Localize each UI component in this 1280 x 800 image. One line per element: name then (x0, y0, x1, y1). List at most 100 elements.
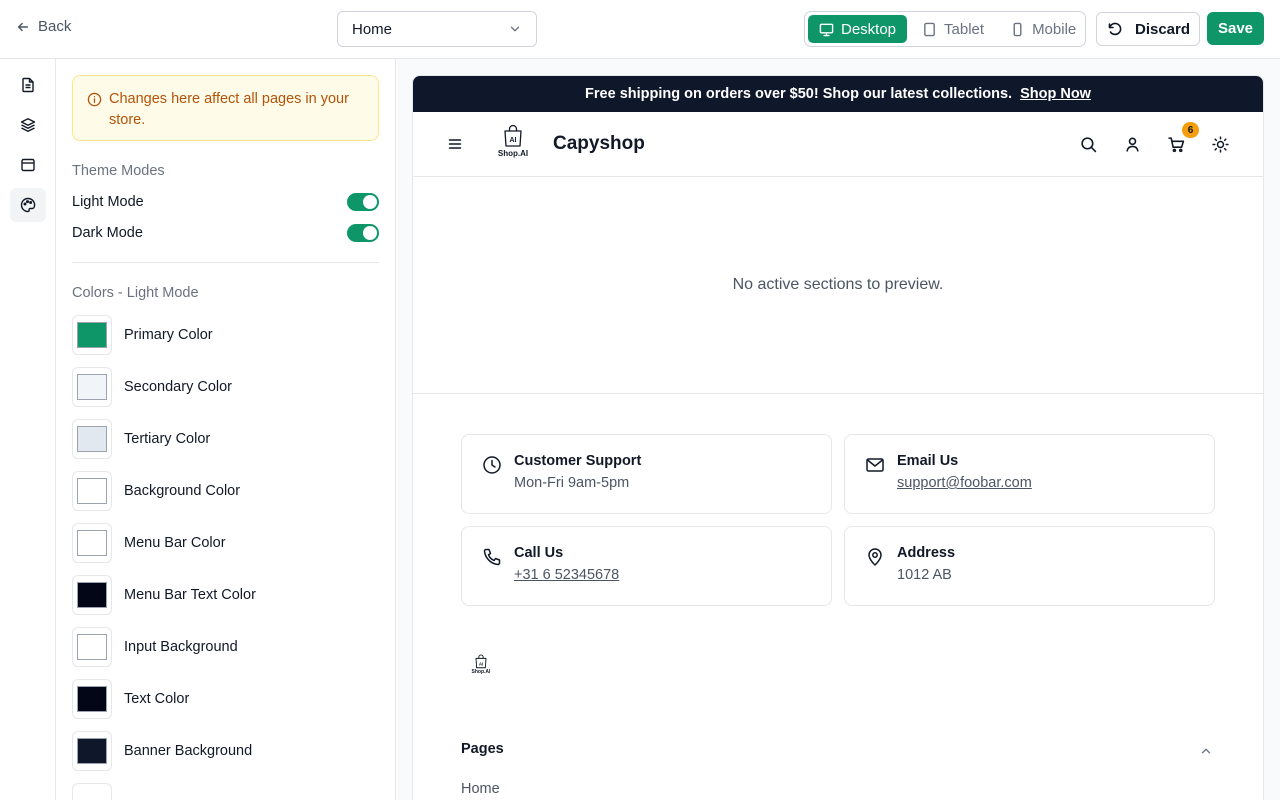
svg-text:AI: AI (479, 661, 483, 666)
color-label: Input Background (124, 639, 238, 655)
color-swatch (77, 686, 107, 712)
device-mobile-button[interactable]: Mobile (999, 15, 1087, 43)
color-swatch (77, 738, 107, 764)
color-swatch (77, 530, 107, 556)
color-label: Background Color (124, 483, 241, 499)
map-pin-icon (868, 548, 882, 566)
notice-banner: Changes here affect all pages in your st… (72, 75, 379, 141)
top-bar: Back Home Desktop Tablet Mobile Discard … (0, 0, 1280, 59)
contact-card-title: Address (897, 545, 956, 561)
dark-mode-label: Dark Mode (72, 225, 143, 241)
footer-page-link[interactable]: Home (461, 781, 500, 797)
email-link[interactable]: support@foobar.com (897, 475, 1032, 491)
dark-mode-toggle[interactable] (347, 224, 379, 242)
rail-theme-button[interactable] (10, 188, 46, 222)
color-row-menu-bar-text[interactable]: Menu Bar Text Color (72, 575, 256, 615)
arrow-left-icon (17, 22, 29, 31)
monitor-icon (819, 23, 834, 36)
color-swatch-button[interactable] (72, 627, 112, 667)
undo-icon (1108, 22, 1122, 36)
color-label: Text Color (124, 691, 190, 707)
color-row-text[interactable]: Text Color (72, 679, 189, 719)
color-swatch (77, 478, 107, 504)
cart-icon[interactable] (1168, 136, 1185, 153)
rail-layers-button[interactable] (10, 108, 46, 142)
device-mobile-label: Mobile (1032, 20, 1077, 38)
color-swatch-button[interactable] (72, 783, 112, 800)
color-swatch-button[interactable] (72, 419, 112, 459)
color-row-tertiary[interactable]: Tertiary Color (72, 419, 210, 459)
color-swatch-button[interactable] (72, 731, 112, 771)
shopping-bag-logo-icon: AI (504, 124, 522, 147)
icon-rail (0, 59, 56, 800)
user-icon[interactable] (1124, 136, 1141, 153)
page-select-value: Home (352, 20, 393, 38)
color-swatch-button[interactable] (72, 575, 112, 615)
menu-icon[interactable] (447, 136, 463, 152)
clock-icon (483, 456, 501, 474)
color-swatch (77, 582, 107, 608)
phone-icon (483, 548, 501, 566)
chevron-up-icon[interactable] (1199, 744, 1213, 758)
shop-now-link[interactable]: Shop Now (1020, 86, 1091, 102)
sun-icon[interactable] (1212, 136, 1229, 153)
color-swatch (77, 634, 107, 660)
store-name: Capyshop (553, 133, 645, 154)
footer-logo[interactable]: AI Shop.AI (469, 654, 493, 680)
light-mode-label: Light Mode (72, 194, 144, 210)
svg-text:AI: AI (510, 137, 517, 144)
divider (72, 262, 379, 263)
mail-icon (866, 458, 884, 472)
color-row-next[interactable] (72, 783, 112, 800)
discard-button[interactable]: Discard (1096, 12, 1200, 46)
rail-pages-button[interactable] (10, 68, 46, 102)
color-label: Banner Background (124, 743, 253, 759)
contact-card-title: Email Us (897, 453, 959, 469)
layout-icon (21, 158, 35, 172)
contact-card: Customer Support Mon-Fri 9am-5pm (461, 434, 832, 514)
empty-preview: No active sections to preview. (413, 177, 1263, 394)
palette-icon (20, 197, 36, 213)
color-label: Secondary Color (124, 379, 232, 395)
color-row-background[interactable]: Background Color (72, 471, 240, 511)
color-swatch (77, 426, 107, 452)
device-desktop-button[interactable]: Desktop (808, 15, 908, 43)
contact-card-subtitle: 1012 AB (897, 567, 952, 583)
color-swatch-button[interactable] (72, 523, 112, 563)
smartphone-icon (1013, 22, 1022, 36)
announcement-bar: Free shipping on orders over $50! Shop o… (413, 76, 1263, 112)
contact-card-subtitle: Mon-Fri 9am-5pm (514, 475, 630, 491)
rail-layout-button[interactable] (10, 148, 46, 182)
notice-text: Changes here affect all pages in your st… (109, 91, 349, 128)
discard-label: Discard (1135, 20, 1191, 38)
phone-link[interactable]: +31 6 52345678 (514, 567, 619, 583)
footer-logo-text: Shop.AI (471, 669, 491, 675)
store-preview-frame: Free shipping on orders over $50! Shop o… (412, 75, 1264, 800)
device-tablet-button[interactable]: Tablet (911, 15, 995, 43)
color-swatch-button[interactable] (72, 471, 112, 511)
contact-card-title: Customer Support (514, 453, 642, 469)
color-swatch-button[interactable] (72, 315, 112, 355)
color-swatch-button[interactable] (72, 367, 112, 407)
color-row-primary[interactable]: Primary Color (72, 315, 213, 355)
color-row-menu-bar[interactable]: Menu Bar Color (72, 523, 226, 563)
device-tablet-label: Tablet (944, 20, 985, 38)
color-row-banner-background[interactable]: Banner Background (72, 731, 252, 771)
store-logo[interactable]: AI Shop.AI (493, 124, 533, 164)
page-select[interactable]: Home (337, 11, 537, 47)
color-row-secondary[interactable]: Secondary Color (72, 367, 232, 407)
theme-settings-panel: Changes here affect all pages in your st… (56, 59, 396, 800)
save-button[interactable]: Save (1207, 12, 1264, 45)
light-mode-toggle[interactable] (347, 193, 379, 211)
empty-message: No active sections to preview. (732, 276, 944, 293)
shopping-bag-logo-icon: AI (475, 654, 487, 669)
color-label: Menu Bar Color (124, 535, 226, 551)
color-row-input-background[interactable]: Input Background (72, 627, 238, 667)
color-swatch (77, 322, 107, 348)
search-icon[interactable] (1080, 136, 1097, 153)
back-button[interactable]: Back (16, 18, 71, 35)
info-icon (87, 92, 102, 107)
light-mode-row: Light Mode (72, 192, 379, 212)
contact-card: Email Us support@foobar.com (844, 434, 1215, 514)
color-swatch-button[interactable] (72, 679, 112, 719)
